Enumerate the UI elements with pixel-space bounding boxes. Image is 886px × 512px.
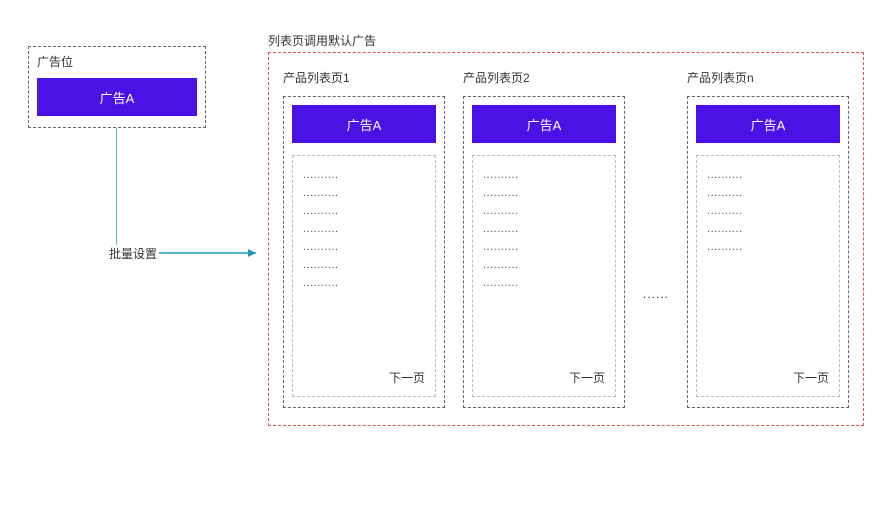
list-row-placeholder: ..........	[483, 274, 605, 292]
list-row-placeholder: ..........	[303, 184, 425, 202]
ad-block: 广告A	[472, 105, 616, 143]
list-body: ........................................…	[696, 155, 840, 397]
ad-block: 广告A	[292, 105, 436, 143]
list-pages-container: 产品列表页1 广告A .............................…	[268, 52, 864, 426]
list-row-placeholder: ..........	[303, 220, 425, 238]
list-row-placeholder: ..........	[707, 238, 829, 256]
next-page-link[interactable]: 下一页	[707, 369, 829, 386]
list-row-placeholder: ..........	[483, 202, 605, 220]
page-title: 产品列表页2	[463, 69, 625, 86]
ellipsis-between-pages: ......	[643, 287, 669, 301]
list-row-placeholder: ..........	[707, 220, 829, 238]
list-rows: ........................................…	[707, 166, 829, 369]
list-body: ........................................…	[292, 155, 436, 397]
next-page-link[interactable]: 下一页	[483, 369, 605, 386]
list-rows: ........................................…	[483, 166, 605, 369]
list-row-placeholder: ..........	[707, 166, 829, 184]
product-list-page-1: 产品列表页1 广告A .............................…	[283, 69, 445, 408]
page-box: 广告A ....................................…	[283, 96, 445, 408]
list-row-placeholder: ..........	[483, 220, 605, 238]
ad-slot-title: 广告位	[37, 53, 197, 70]
list-row-placeholder: ..........	[707, 202, 829, 220]
page-box: 广告A ....................................…	[463, 96, 625, 408]
list-rows: ........................................…	[303, 166, 425, 369]
list-row-placeholder: ..........	[303, 238, 425, 256]
ad-block-source: 广告A	[37, 78, 197, 116]
next-page-link[interactable]: 下一页	[303, 369, 425, 386]
ad-block: 广告A	[696, 105, 840, 143]
batch-setting-label: 批量设置	[107, 245, 159, 262]
list-row-placeholder: ..........	[303, 166, 425, 184]
list-row-placeholder: ..........	[483, 184, 605, 202]
list-row-placeholder: ..........	[303, 256, 425, 274]
page-title: 产品列表页1	[283, 69, 445, 86]
product-list-page-2: 产品列表页2 广告A .............................…	[463, 69, 625, 408]
list-row-placeholder: ..........	[303, 202, 425, 220]
list-row-placeholder: ..........	[483, 238, 605, 256]
ad-slot-box: 广告位 广告A	[28, 46, 206, 128]
list-row-placeholder: ..........	[707, 184, 829, 202]
list-row-placeholder: ..........	[303, 274, 425, 292]
product-list-page-n: 产品列表页n 广告A .............................…	[687, 69, 849, 408]
page-box: 广告A ....................................…	[687, 96, 849, 408]
list-row-placeholder: ..........	[483, 166, 605, 184]
list-row-placeholder: ..........	[483, 256, 605, 274]
page-title: 产品列表页n	[687, 69, 849, 86]
list-body: ........................................…	[472, 155, 616, 397]
container-title: 列表页调用默认广告	[268, 32, 376, 49]
